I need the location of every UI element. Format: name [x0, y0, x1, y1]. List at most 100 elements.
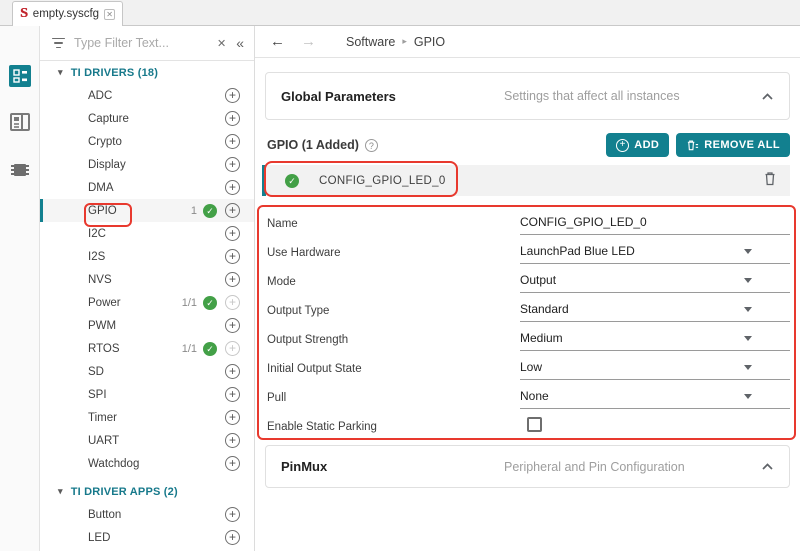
add-instance-icon[interactable]: +: [225, 203, 240, 218]
caret-down-icon: ▾: [58, 67, 63, 78]
device-view-icon[interactable]: [9, 159, 31, 181]
delete-instance-icon[interactable]: [763, 170, 777, 191]
sidebar-item-rtos[interactable]: RTOS 1/1 ✓ +: [40, 337, 254, 360]
pinmux-card[interactable]: PinMux Peripheral and Pin Configuration: [265, 445, 790, 488]
collapse-sidebar-icon[interactable]: «: [234, 35, 244, 51]
mode-select[interactable]: Output: [520, 269, 790, 293]
add-instance-icon[interactable]: +: [225, 318, 240, 333]
add-instance-icon[interactable]: +: [225, 507, 240, 522]
sidebar-item-nvs[interactable]: NVS +: [40, 268, 254, 291]
dropdown-arrow-icon: [744, 336, 752, 341]
sidebar-item-button[interactable]: Button +: [40, 503, 254, 526]
sidebar-item-led[interactable]: LED +: [40, 526, 254, 549]
chevron-up-icon[interactable]: [762, 93, 773, 100]
add-instance-icon[interactable]: +: [225, 410, 240, 425]
sidebar-item-adc[interactable]: ADC +: [40, 84, 254, 107]
gpio-section-title: GPIO (1 Added): [267, 138, 359, 152]
pinmux-subtitle: Peripheral and Pin Configuration: [504, 460, 685, 474]
global-parameters-title: Global Parameters: [281, 89, 396, 104]
form-row-initial-output-state: Initial Output State Low: [255, 354, 800, 383]
instance-count: 1/1: [182, 343, 197, 355]
name-input[interactable]: CONFIG_GPIO_LED_0: [520, 211, 790, 235]
filter-input[interactable]: [74, 36, 209, 50]
tab-empty-syscfg[interactable]: S empty.syscfg ✕: [12, 1, 123, 26]
add-instance-icon-disabled: +: [225, 295, 240, 310]
tab-close-icon[interactable]: ✕: [104, 9, 115, 20]
editor-tab-bar: S empty.syscfg ✕: [0, 0, 800, 26]
add-instance-icon[interactable]: +: [225, 530, 240, 545]
output-strength-select[interactable]: Medium: [520, 327, 790, 351]
group-ti-drivers[interactable]: ▾ TI DRIVERS (18): [40, 61, 254, 84]
driver-tree: ▾ TI DRIVERS (18) ADC + Capture + Crypto…: [40, 61, 254, 549]
dropdown-arrow-icon: [744, 307, 752, 312]
add-instance-icon[interactable]: +: [225, 180, 240, 195]
back-arrow-icon[interactable]: ←: [270, 33, 285, 50]
sidebar-item-i2s[interactable]: I2S +: [40, 245, 254, 268]
sidebar-item-spi[interactable]: SPI +: [40, 383, 254, 406]
add-instance-icon[interactable]: +: [225, 433, 240, 448]
add-instance-icon[interactable]: +: [225, 272, 240, 287]
remove-all-button[interactable]: REMOVE ALL: [676, 133, 790, 157]
group-ti-driver-apps[interactable]: ▾ TI DRIVER APPS (2): [40, 480, 254, 503]
breadcrumb-software[interactable]: Software: [346, 35, 395, 49]
add-instance-icon[interactable]: +: [225, 387, 240, 402]
software-view-icon[interactable]: [9, 65, 31, 87]
status-ok-icon: ✓: [285, 174, 299, 188]
sidebar-item-gpio[interactable]: GPIO 1 ✓ +: [40, 199, 254, 222]
filter-icon: [52, 38, 65, 49]
nav-toolbar: ← → Software ▸ GPIO: [255, 26, 800, 58]
sidebar-item-pwm[interactable]: PWM +: [40, 314, 254, 337]
sidebar-item-timer[interactable]: Timer +: [40, 406, 254, 429]
sidebar-item-uart[interactable]: UART +: [40, 429, 254, 452]
enable-static-parking-checkbox[interactable]: [527, 417, 542, 432]
instance-name: CONFIG_GPIO_LED_0: [319, 175, 763, 187]
global-parameters-card[interactable]: Global Parameters Settings that affect a…: [265, 72, 790, 120]
sidebar-item-i2c[interactable]: I2C +: [40, 222, 254, 245]
sidebar-item-dma[interactable]: DMA +: [40, 176, 254, 199]
sidebar-item-sd[interactable]: SD +: [40, 360, 254, 383]
add-instance-icon-disabled: +: [225, 341, 240, 356]
use-hardware-select[interactable]: LaunchPad Blue LED: [520, 240, 790, 264]
breadcrumb-gpio: GPIO: [414, 35, 445, 49]
initial-output-state-select[interactable]: Low: [520, 356, 790, 380]
sidebar-item-crypto[interactable]: Crypto +: [40, 130, 254, 153]
form-row-output-type: Output Type Standard: [255, 296, 800, 325]
dropdown-arrow-icon: [744, 365, 752, 370]
add-instance-icon[interactable]: +: [225, 157, 240, 172]
help-icon[interactable]: ?: [365, 139, 378, 152]
config-panel: ← → Software ▸ GPIO Global Parameters Se…: [255, 26, 800, 551]
instance-count: 1: [191, 205, 197, 217]
add-button[interactable]: + ADD: [606, 133, 669, 157]
status-ok-icon: ✓: [203, 296, 217, 310]
sidebar-item-capture[interactable]: Capture +: [40, 107, 254, 130]
global-parameters-subtitle: Settings that affect all instances: [504, 89, 680, 103]
form-row-name: Name CONFIG_GPIO_LED_0: [255, 209, 800, 238]
plus-circle-icon: +: [616, 139, 629, 152]
dropdown-arrow-icon: [744, 278, 752, 283]
add-instance-icon[interactable]: +: [225, 226, 240, 241]
form-row-output-strength: Output Strength Medium: [255, 325, 800, 354]
sidebar-item-display[interactable]: Display +: [40, 153, 254, 176]
add-instance-icon[interactable]: +: [225, 111, 240, 126]
sidebar-item-power[interactable]: Power 1/1 ✓ +: [40, 291, 254, 314]
sidebar-item-watchdog[interactable]: Watchdog +: [40, 452, 254, 475]
add-instance-icon[interactable]: +: [225, 364, 240, 379]
add-instance-icon[interactable]: +: [225, 249, 240, 264]
dropdown-arrow-icon: [744, 249, 752, 254]
group-label: TI DRIVERS (18): [71, 67, 158, 79]
pull-select[interactable]: None: [520, 385, 790, 409]
clear-filter-icon[interactable]: ✕: [209, 37, 234, 50]
instance-config-form: Name CONFIG_GPIO_LED_0 Use Hardware Laun…: [255, 209, 800, 441]
add-instance-icon[interactable]: +: [225, 134, 240, 149]
gpio-instance-row[interactable]: ✓ CONFIG_GPIO_LED_0: [262, 165, 790, 196]
add-instance-icon[interactable]: +: [225, 456, 240, 471]
status-ok-icon: ✓: [203, 342, 217, 356]
driver-sidebar: ✕ « ▾ TI DRIVERS (18) ADC + Capture + Cr…: [40, 26, 255, 551]
output-type-select[interactable]: Standard: [520, 298, 790, 322]
activity-bar: [0, 26, 40, 551]
chevron-up-icon[interactable]: [762, 463, 773, 470]
forward-arrow-icon: →: [301, 33, 316, 50]
add-instance-icon[interactable]: +: [225, 88, 240, 103]
board-view-icon[interactable]: [9, 111, 31, 133]
instance-count: 1/1: [182, 297, 197, 309]
